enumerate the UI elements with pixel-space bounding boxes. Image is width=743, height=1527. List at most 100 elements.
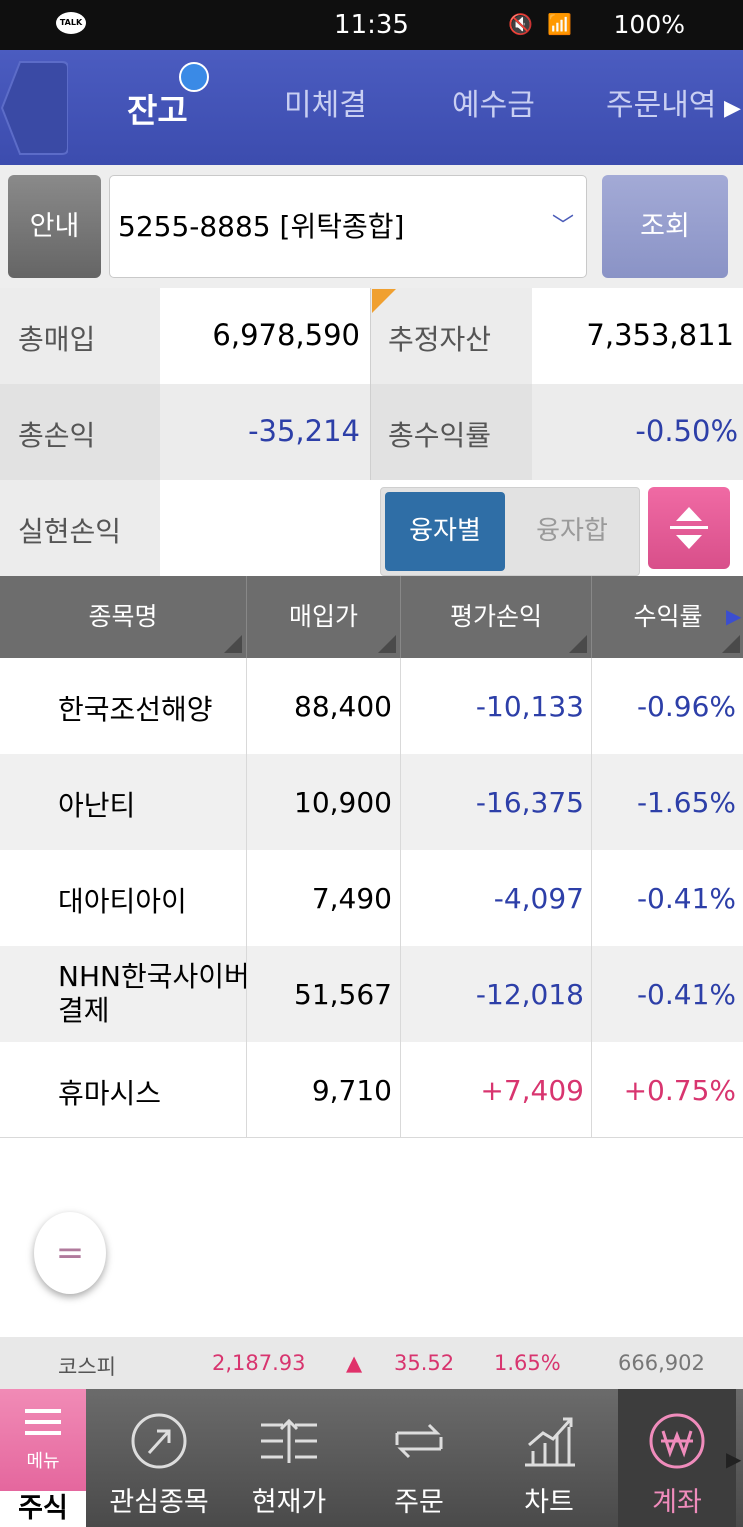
nav-order[interactable]: 주문 — [354, 1389, 484, 1527]
col-pl-header[interactable]: 평가손익 — [401, 576, 591, 658]
total-purchase-label: 총매입 — [18, 323, 96, 356]
account-number: 5255-8885 [위탁종합] — [118, 210, 405, 243]
refresh-badge-icon[interactable] — [179, 62, 209, 92]
status-icons: 🔇 📶 — [508, 12, 577, 36]
stock-name: 한국조선해양 — [58, 693, 213, 726]
tab-order-history[interactable]: 주문내역 — [606, 80, 716, 124]
index-name: 코스피 — [58, 1355, 116, 1379]
nav-current-price[interactable]: 현재가 — [224, 1389, 354, 1527]
summary-divider — [370, 288, 371, 480]
scroll-right-icon[interactable]: ▶ — [726, 604, 741, 628]
battery-level: 100% — [613, 10, 685, 39]
stock-name-line1: NHN한국사이버 — [58, 960, 250, 993]
nav-current-price-label: 현재가 — [251, 1487, 327, 1518]
stock-name: 대아티아이 — [58, 885, 187, 918]
index-ticker[interactable]: 코스피 2,187.93 ▲ 35.52 1.65% 666,902 — [0, 1337, 743, 1389]
nav-scroll-right-icon[interactable]: ▶ — [726, 1447, 741, 1471]
return-rate: -1.65% — [636, 786, 736, 819]
col-name-header[interactable]: 종목명 — [0, 576, 246, 658]
search-button[interactable]: 조회 — [602, 175, 728, 278]
total-return-label: 총수익률 — [388, 419, 492, 452]
price-lines-icon — [261, 1418, 317, 1463]
return-rate: -0.41% — [636, 978, 736, 1011]
nav-account[interactable]: 계좌 — [618, 1389, 736, 1527]
eval-pl: -16,375 — [475, 786, 584, 819]
table-row[interactable]: NHN한국사이버 결제 51,567 -12,018 -0.41% — [0, 946, 743, 1042]
column-divider — [591, 658, 592, 1138]
expand-collapse-button[interactable] — [648, 487, 730, 569]
bar-chart-icon — [525, 1417, 575, 1467]
account-select[interactable]: 5255-8885 [위탁종합] ﹀ — [109, 175, 587, 278]
status-bar: TALK 11:35 🔇 📶 100% — [0, 0, 743, 50]
back-button-icon[interactable] — [0, 60, 68, 156]
nav-menu[interactable]: 메뉴 주식 — [0, 1389, 86, 1527]
purchase-price: 10,900 — [294, 786, 392, 819]
nav-menu-label: 주식 — [0, 1491, 86, 1527]
swap-arrows-icon — [395, 1423, 443, 1459]
table-row[interactable]: 아난티 10,900 -16,375 -1.65% — [0, 754, 743, 850]
nav-watchlist[interactable]: 관심종목 — [94, 1389, 224, 1527]
tab-balance[interactable]: 잔고 — [127, 84, 188, 132]
column-divider — [400, 658, 401, 1138]
stock-name-line2: 결제 — [58, 994, 110, 1027]
nav-watchlist-label: 관심종목 — [109, 1487, 209, 1518]
table-bottom-border — [0, 1137, 743, 1138]
return-rate: -0.96% — [636, 690, 736, 723]
table-row[interactable]: 한국조선해양 88,400 -10,133 -0.96% — [0, 658, 743, 754]
index-volume: 666,902 — [618, 1351, 705, 1375]
est-assets-label: 추정자산 — [388, 323, 492, 356]
account-row: 안내 5255-8885 [위탁종합] ﹀ 조회 — [0, 165, 743, 288]
nav-chart-label: 차트 — [524, 1487, 574, 1518]
won-circle-icon — [649, 1413, 705, 1469]
toggle-loan-sum[interactable]: 융자합 — [509, 492, 635, 571]
return-rate: -0.41% — [636, 882, 736, 915]
table-row[interactable]: 대아티아이 7,490 -4,097 -0.41% — [0, 850, 743, 946]
eval-pl: -10,133 — [475, 690, 584, 723]
star-circle-icon — [131, 1413, 187, 1469]
sort-corner-icon — [224, 635, 242, 653]
eval-pl: +7,409 — [480, 1074, 584, 1107]
nav-order-label: 주문 — [394, 1487, 444, 1518]
index-change-pct: 1.65% — [494, 1351, 561, 1375]
column-divider — [246, 658, 247, 1138]
floating-menu-button[interactable]: = — [34, 1212, 106, 1294]
table-header: 종목명 매입가 평가손익 수익률 ▶ — [0, 576, 743, 658]
sort-corner-icon — [722, 635, 740, 653]
loan-toggle: 융자별 융자합 — [380, 487, 640, 576]
total-purchase-value: 6,978,590 — [212, 318, 360, 352]
hamburger-icon — [25, 1409, 61, 1435]
sort-corner-icon — [569, 635, 587, 653]
index-value: 2,187.93 — [212, 1351, 306, 1375]
total-return-value: -0.50% — [635, 414, 738, 448]
stock-name: 아난티 — [58, 789, 136, 822]
expand-collapse-icon — [670, 507, 708, 549]
bottom-nav: 메뉴 주식 관심종목 현재가 주문 차트 계좌 ▶ — [0, 1389, 743, 1527]
stock-name: 휴마시스 — [58, 1077, 162, 1110]
purchase-price: 9,710 — [311, 1074, 392, 1107]
tab-deposit[interactable]: 예수금 — [452, 80, 535, 124]
nav-chart[interactable]: 차트 — [484, 1389, 614, 1527]
sort-corner-icon — [378, 635, 396, 653]
nav-menu-sub: 메뉴 — [26, 1451, 60, 1472]
table-row[interactable]: 휴마시스 9,710 +7,409 +0.75% — [0, 1042, 743, 1138]
total-pl-value: -35,214 — [248, 414, 360, 448]
chevron-down-icon: ﹀ — [551, 214, 574, 239]
eval-pl: -12,018 — [475, 978, 584, 1011]
col-rate-header[interactable]: 수익률 — [592, 576, 743, 658]
purchase-price: 51,567 — [294, 978, 392, 1011]
tab-unfilled[interactable]: 미체결 — [284, 80, 367, 124]
guide-button[interactable]: 안내 — [8, 175, 101, 278]
toggle-by-loan[interactable]: 융자별 — [385, 492, 505, 571]
return-rate: +0.75% — [623, 1074, 736, 1107]
est-assets-value: 7,353,811 — [586, 318, 734, 352]
total-pl-label: 총손익 — [18, 419, 96, 452]
eval-pl: -4,097 — [493, 882, 584, 915]
tab-scroll-right-icon[interactable]: ▶ — [724, 96, 741, 121]
up-arrow-icon: ▲ — [346, 1351, 363, 1375]
nav-account-label: 계좌 — [652, 1487, 702, 1518]
realized-pl-label: 실현손익 — [18, 515, 122, 548]
purchase-price: 7,490 — [311, 882, 392, 915]
purchase-price: 88,400 — [294, 690, 392, 723]
corner-marker-icon — [372, 289, 396, 313]
stock-name: NHN한국사이버 결제 — [58, 960, 250, 1028]
